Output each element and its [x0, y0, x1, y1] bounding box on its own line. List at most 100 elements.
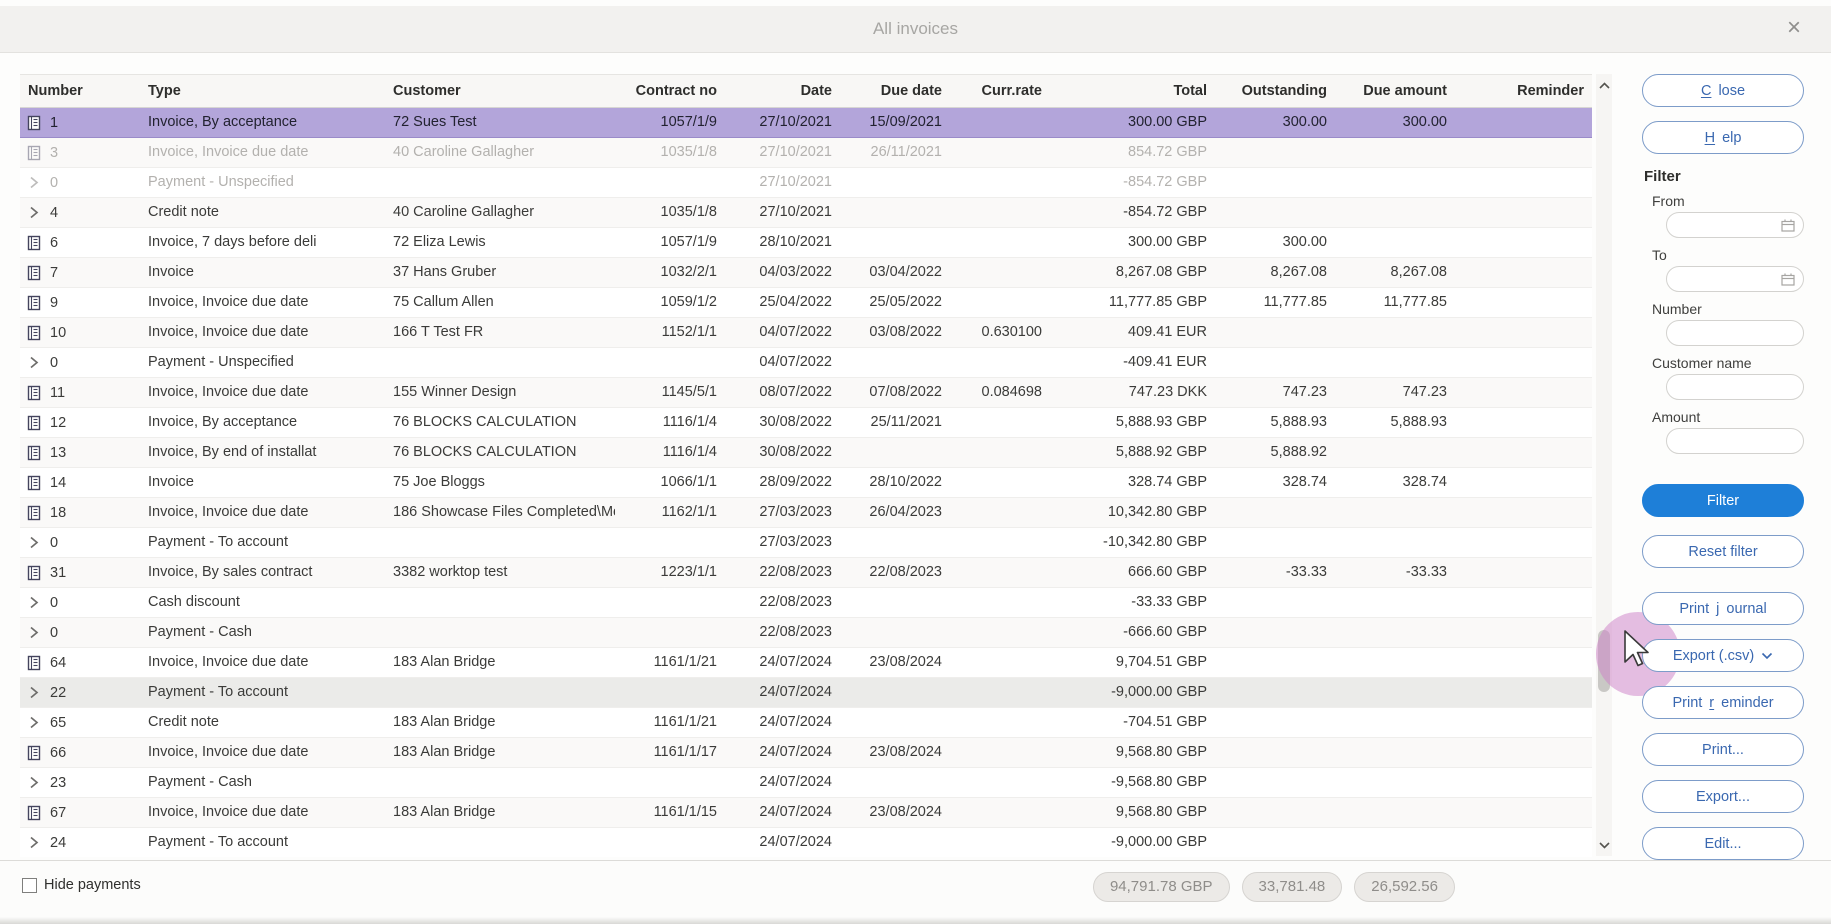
table-row[interactable]: 4Credit note40 Caroline Gallagher1035/1/…	[20, 198, 1592, 228]
table-row[interactable]: 6Invoice, 7 days before deli72 Eliza Lew…	[20, 228, 1592, 258]
help-button[interactable]: Help	[1642, 121, 1804, 154]
filter-field-customer-name: Customer name	[1642, 355, 1804, 400]
chevron-right-icon[interactable]	[27, 356, 41, 369]
table-row[interactable]: 24Payment - To account24/07/2024-9,000.0…	[20, 828, 1592, 857]
chevron-right-icon[interactable]	[27, 716, 41, 729]
table-row[interactable]: 0Payment - Unspecified27/10/2021-854.72 …	[20, 168, 1592, 198]
cell-outstanding: 8,267.08	[1215, 258, 1335, 287]
cell-contract	[615, 678, 725, 707]
table-row[interactable]: 65Credit note183 Alan Bridge1161/1/2124/…	[20, 708, 1592, 738]
column-header-number[interactable]: Number	[20, 75, 140, 107]
cell-number: 14	[50, 469, 66, 497]
table-row[interactable]: 0Cash discount22/08/2023-33.33 GBP	[20, 588, 1592, 618]
print-reminder-button[interactable]: Print reminder	[1642, 686, 1804, 719]
chevron-right-icon[interactable]	[27, 536, 41, 549]
scroll-down-button[interactable]	[1596, 836, 1612, 854]
export-csv-button[interactable]: Export (.csv)	[1642, 639, 1804, 672]
column-header-total[interactable]: Total	[1050, 75, 1215, 107]
column-header-due_date[interactable]: Due date	[840, 75, 950, 107]
cell-due_date: 25/05/2022	[840, 288, 950, 317]
print-button[interactable]: Print...	[1642, 733, 1804, 766]
cell-outstanding: 300.00	[1215, 108, 1335, 137]
number-input[interactable]	[1666, 320, 1804, 346]
cell-customer: 155 Winner Design	[385, 378, 615, 407]
cell-customer: 40 Caroline Gallagher	[385, 138, 615, 167]
cell-outstanding	[1215, 318, 1335, 347]
cell-customer: 3382 worktop test	[385, 558, 615, 587]
chevron-right-icon[interactable]	[27, 776, 41, 789]
table-row[interactable]: 22Payment - To account24/07/2024-9,000.0…	[20, 678, 1592, 708]
filter-field-to: To	[1642, 247, 1804, 292]
cell-contract: 1161/1/15	[615, 798, 725, 827]
table-row[interactable]: 0Payment - Unspecified04/07/2022-409.41 …	[20, 348, 1592, 378]
cell-date: 24/07/2024	[725, 708, 840, 737]
sidebar-top-buttons: Close Help	[1642, 74, 1804, 154]
chevron-right-icon[interactable]	[27, 176, 41, 189]
column-header-date[interactable]: Date	[725, 75, 840, 107]
amount-input[interactable]	[1666, 428, 1804, 454]
edit-button[interactable]: Edit...	[1642, 827, 1804, 860]
invoices-table: NumberTypeCustomerContract noDateDue dat…	[20, 74, 1592, 857]
close-button[interactable]: Close	[1642, 74, 1804, 107]
table-row[interactable]: 13Invoice, By end of installat76 BLOCKS …	[20, 438, 1592, 468]
cell-curr_rate	[950, 258, 1050, 287]
cell-customer	[385, 348, 615, 377]
table-row[interactable]: 9Invoice, Invoice due date75 Callum Alle…	[20, 288, 1592, 318]
hide-payments-checkbox[interactable]	[22, 878, 37, 893]
table-scrollbar[interactable]	[1596, 74, 1612, 856]
cell-due_amount	[1335, 168, 1455, 197]
table-row[interactable]: 1Invoice, By acceptance72 Sues Test1057/…	[20, 108, 1592, 138]
chevron-right-icon[interactable]	[27, 836, 41, 849]
cell-date: 08/07/2022	[725, 378, 840, 407]
calendar-icon[interactable]	[1781, 273, 1795, 291]
column-header-reminder[interactable]: Reminder	[1455, 75, 1592, 107]
table-row[interactable]: 64Invoice, Invoice due date183 Alan Brid…	[20, 648, 1592, 678]
invoice-icon	[27, 445, 41, 461]
table-row[interactable]: 0Payment - To account27/03/2023-10,342.8…	[20, 528, 1592, 558]
table-row[interactable]: 23Payment - Cash24/07/2024-9,568.80 GBP	[20, 768, 1592, 798]
table-row[interactable]: 3Invoice, Invoice due date40 Caroline Ga…	[20, 138, 1592, 168]
cell-total: 5,888.92 GBP	[1050, 438, 1215, 467]
table-row[interactable]: 18Invoice, Invoice due date186 Showcase …	[20, 498, 1592, 528]
chevron-right-icon[interactable]	[27, 206, 41, 219]
cell-curr_rate	[950, 468, 1050, 497]
table-row[interactable]: 11Invoice, Invoice due date155 Winner De…	[20, 378, 1592, 408]
column-header-type[interactable]: Type	[140, 75, 385, 107]
scroll-up-button[interactable]	[1596, 76, 1612, 94]
cell-due_date: 03/08/2022	[840, 318, 950, 347]
table-row[interactable]: 0Payment - Cash22/08/2023-666.60 GBP	[20, 618, 1592, 648]
chevron-right-icon[interactable]	[27, 596, 41, 609]
table-row[interactable]: 12Invoice, By acceptance76 BLOCKS CALCUL…	[20, 408, 1592, 438]
cell-type: Payment - Unspecified	[140, 168, 385, 197]
table-row[interactable]: 10Invoice, Invoice due date166 T Test FR…	[20, 318, 1592, 348]
column-header-curr_rate[interactable]: Curr.rate	[950, 75, 1050, 107]
hide-payments-toggle[interactable]: Hide payments	[22, 877, 141, 893]
cell-total: -666.60 GBP	[1050, 618, 1215, 647]
chevron-right-icon[interactable]	[27, 686, 41, 699]
table-row[interactable]: 67Invoice, Invoice due date183 Alan Brid…	[20, 798, 1592, 828]
column-header-contract[interactable]: Contract no	[615, 75, 725, 107]
column-header-outstanding[interactable]: Outstanding	[1215, 75, 1335, 107]
calendar-icon[interactable]	[1781, 219, 1795, 237]
column-header-due_amount[interactable]: Due amount	[1335, 75, 1455, 107]
cell-outstanding: 5,888.93	[1215, 408, 1335, 437]
cell-type: Invoice, Invoice due date	[140, 318, 385, 347]
filter-button[interactable]: Filter	[1642, 484, 1804, 517]
cell-total: -854.72 GBP	[1050, 198, 1215, 227]
cell-curr_rate	[950, 498, 1050, 527]
customer-name-input[interactable]	[1666, 374, 1804, 400]
cell-total: -33.33 GBP	[1050, 588, 1215, 617]
table-row[interactable]: 66Invoice, Invoice due date183 Alan Brid…	[20, 738, 1592, 768]
cell-total: 854.72 GBP	[1050, 138, 1215, 167]
table-row[interactable]: 7Invoice37 Hans Gruber1032/2/104/03/2022…	[20, 258, 1592, 288]
cell-curr_rate: 0.084698	[950, 378, 1050, 407]
print-journal-button[interactable]: Print journal	[1642, 592, 1804, 625]
reset-filter-button[interactable]: Reset filter	[1642, 535, 1804, 568]
cell-date: 22/08/2023	[725, 588, 840, 617]
cell-number: 0	[50, 529, 58, 557]
chevron-right-icon[interactable]	[27, 626, 41, 639]
table-row[interactable]: 31Invoice, By sales contract3382 worktop…	[20, 558, 1592, 588]
column-header-customer[interactable]: Customer	[385, 75, 615, 107]
export-button[interactable]: Export...	[1642, 780, 1804, 813]
table-row[interactable]: 14Invoice75 Joe Bloggs1066/1/128/09/2022…	[20, 468, 1592, 498]
